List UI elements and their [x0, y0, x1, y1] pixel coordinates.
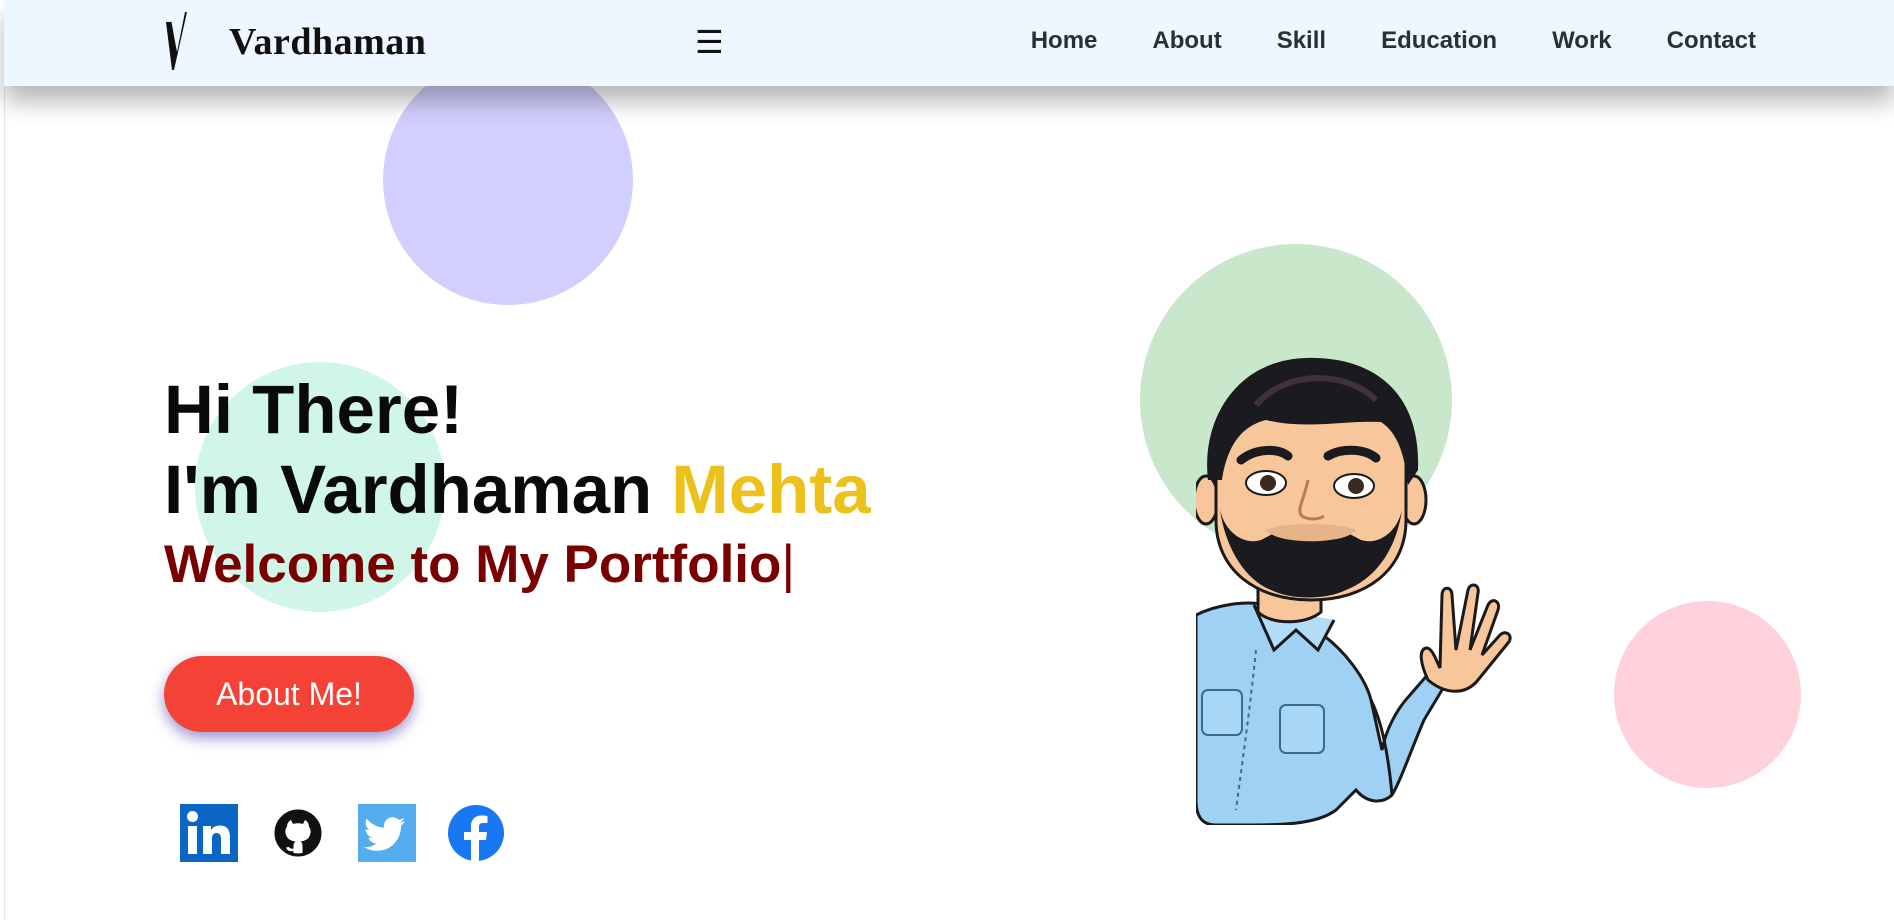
decor-circle-purple	[383, 55, 633, 305]
nav-link-home[interactable]: Home	[1031, 27, 1098, 55]
hero-intro-name: I'm Vardhaman	[164, 451, 672, 528]
linkedin-icon[interactable]	[180, 804, 238, 862]
hamburger-icon[interactable]: ☰	[695, 26, 724, 58]
avatar-illustration	[1196, 357, 1512, 825]
hero-intro: I'm Vardhaman Mehta	[164, 450, 871, 530]
hero-greeting: Hi There!	[164, 371, 464, 448]
nav-menu: Home About Skill Education Work Contact	[1031, 27, 1756, 55]
social-links	[180, 804, 505, 862]
typing-cursor: |	[781, 535, 796, 594]
facebook-icon[interactable]	[447, 804, 505, 862]
decor-circle-pink	[1614, 601, 1801, 788]
logo-v-icon[interactable]	[164, 8, 196, 76]
typed-text: Welcome to My Portfolio	[164, 535, 782, 594]
nav-link-skill[interactable]: Skill	[1277, 27, 1326, 55]
brand-name[interactable]: Vardhaman	[229, 20, 426, 64]
github-icon[interactable]	[269, 804, 327, 862]
nav-link-education[interactable]: Education	[1381, 27, 1497, 55]
nav-link-contact[interactable]: Contact	[1667, 27, 1756, 55]
nav-link-work[interactable]: Work	[1552, 27, 1612, 55]
hero-intro-surname: Mehta	[671, 451, 871, 528]
typed-tagline: Welcome to My Portfolio|	[164, 532, 871, 598]
nav-link-about[interactable]: About	[1152, 27, 1221, 55]
navbar: Vardhaman ☰ Home About Skill Education W…	[4, 0, 1894, 86]
about-me-button[interactable]: About Me!	[164, 656, 414, 732]
twitter-icon[interactable]	[358, 804, 416, 862]
hero-section: Hi There! I'm Vardhaman Mehta Welcome to…	[164, 370, 871, 598]
